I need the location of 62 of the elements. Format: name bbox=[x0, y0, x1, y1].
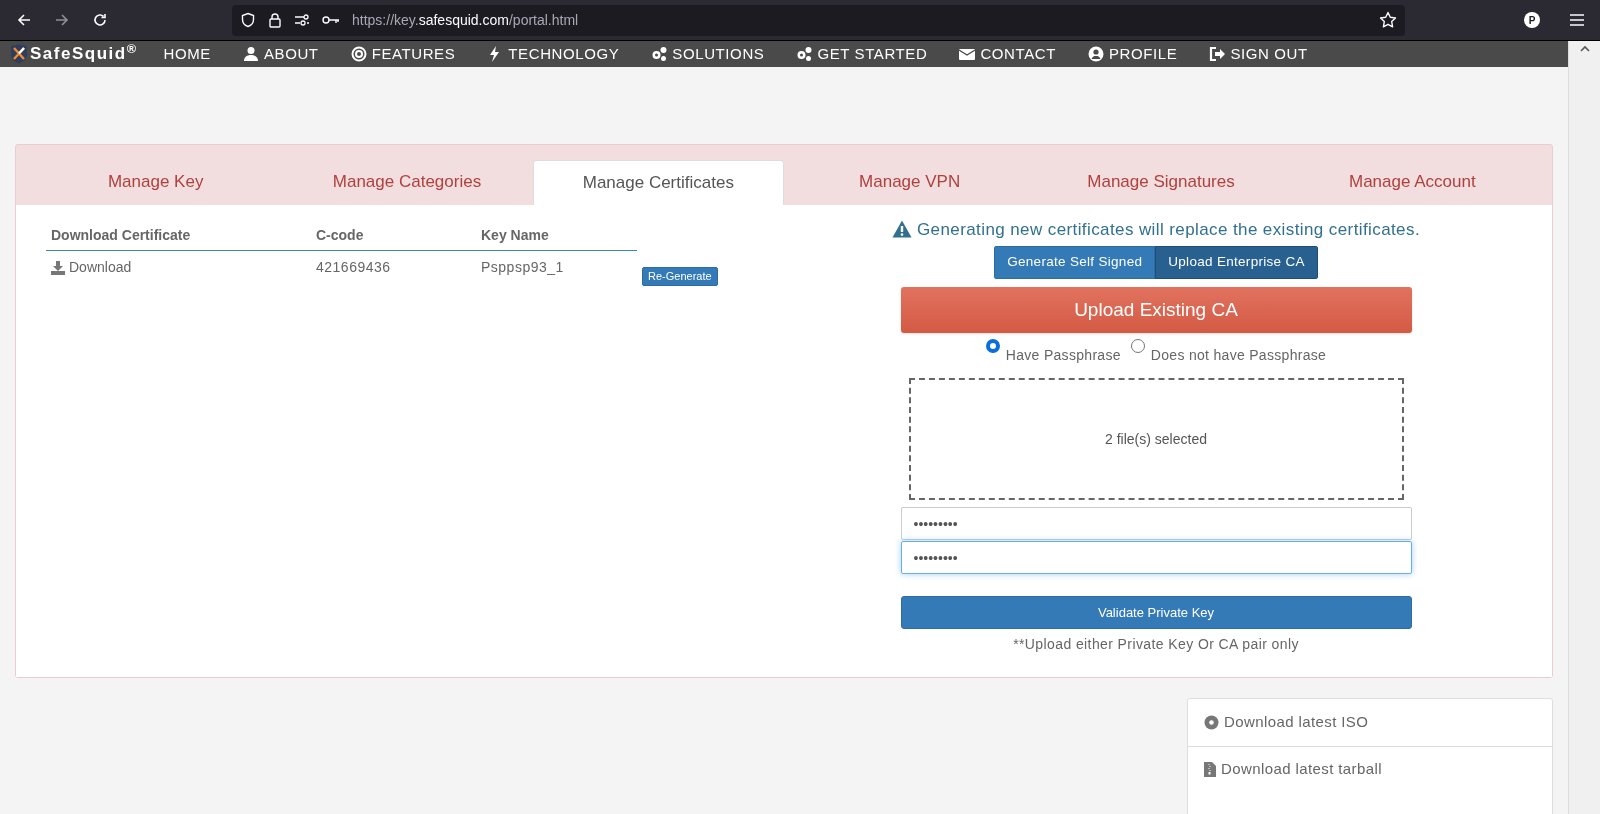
tab[interactable]: Manage Account bbox=[1286, 159, 1538, 205]
key-icon[interactable] bbox=[322, 14, 340, 26]
reload-icon[interactable] bbox=[92, 12, 108, 28]
user-circle-icon bbox=[1088, 45, 1104, 62]
column-header: Key Name bbox=[480, 225, 550, 245]
radio-label: Have Passphrase bbox=[1005, 346, 1121, 365]
sign-out-icon bbox=[1209, 45, 1226, 62]
address-text[interactable]: https://key.safesquid.com/portal.html bbox=[352, 9, 579, 31]
nav-link[interactable]: PROFILE bbox=[1088, 42, 1178, 65]
nav-link[interactable]: ABOUT bbox=[242, 42, 319, 65]
logo-icon bbox=[10, 43, 28, 64]
nav-link[interactable]: SOLUTIONS bbox=[651, 42, 765, 65]
upload-note: **Upload either Private Key Or CA pair only bbox=[1013, 635, 1299, 654]
regenerate-button[interactable]: Re-Generate bbox=[642, 266, 718, 286]
tab[interactable]: Manage Certificates bbox=[532, 159, 784, 205]
password-field[interactable]: ••••••••• bbox=[900, 541, 1412, 574]
permissions-icon[interactable] bbox=[294, 13, 310, 27]
nav-link[interactable]: GET STARTED bbox=[796, 42, 928, 65]
tab[interactable]: Manage Categories bbox=[281, 159, 533, 205]
radio-label: Does not have Passphrase bbox=[1150, 346, 1327, 365]
file-dropzone[interactable]: 2 file(s) selected bbox=[908, 378, 1404, 500]
user-icon bbox=[242, 45, 259, 62]
scrollbar[interactable] bbox=[1568, 41, 1600, 814]
disc-icon bbox=[1204, 714, 1219, 730]
nav-link[interactable]: CONTACT bbox=[959, 42, 1056, 65]
profile-avatar[interactable]: P bbox=[1524, 12, 1540, 28]
bookmark-star-icon[interactable] bbox=[1379, 11, 1397, 29]
gears-icon bbox=[651, 45, 668, 62]
radio-button[interactable] bbox=[985, 339, 1000, 353]
mode-button[interactable]: Upload Enterprise CA bbox=[1155, 246, 1318, 279]
download-icon bbox=[51, 260, 65, 275]
column-header: C-code bbox=[315, 225, 365, 245]
nav-link[interactable]: FEATURES bbox=[350, 42, 456, 65]
download-list-item[interactable]: Download latest tarball bbox=[1188, 745, 1552, 793]
warning-text: Generating new certificates will replace the existing certificates. bbox=[917, 218, 1420, 241]
upload-title-bar: Upload Existing CA bbox=[900, 287, 1412, 333]
brand-logo-text[interactable]: SafeSquid$^{®}$ bbox=[30, 41, 138, 67]
nav-link[interactable]: SIGN OUT bbox=[1209, 42, 1308, 65]
target-icon bbox=[350, 45, 367, 62]
radio-button[interactable] bbox=[1130, 339, 1145, 353]
table-cell-text: 421669436 bbox=[315, 258, 392, 277]
gears-icon bbox=[796, 45, 813, 62]
mode-button[interactable]: Generate Self Signed bbox=[994, 246, 1156, 279]
nav-link[interactable]: TECHNOLOGY bbox=[487, 42, 620, 65]
validate-private-key-button[interactable]: Validate Private Key bbox=[900, 596, 1412, 629]
warning-icon bbox=[892, 220, 912, 239]
back-icon[interactable] bbox=[16, 12, 32, 28]
tab[interactable]: Manage Key bbox=[30, 159, 282, 205]
file-icon bbox=[1204, 762, 1216, 777]
password-field[interactable]: ••••••••• bbox=[900, 507, 1412, 540]
column-header: Download Certificate bbox=[50, 225, 192, 245]
table-cell-text: Psppsp93_1 bbox=[480, 258, 565, 277]
download-list-item[interactable]: Download latest ISO bbox=[1188, 698, 1552, 746]
address-bar[interactable]: https://key.safesquid.com/portal.html bbox=[232, 4, 1405, 36]
shield-icon[interactable] bbox=[240, 12, 256, 28]
download-link[interactable]: Download bbox=[46, 257, 132, 278]
nav-link[interactable]: HOME bbox=[163, 42, 211, 65]
menu-icon[interactable] bbox=[1570, 14, 1584, 26]
tab[interactable]: Manage Signatures bbox=[1035, 159, 1287, 205]
forward-icon[interactable] bbox=[54, 12, 70, 28]
tab[interactable]: Manage VPN bbox=[784, 159, 1036, 205]
lock-icon[interactable] bbox=[268, 12, 282, 28]
